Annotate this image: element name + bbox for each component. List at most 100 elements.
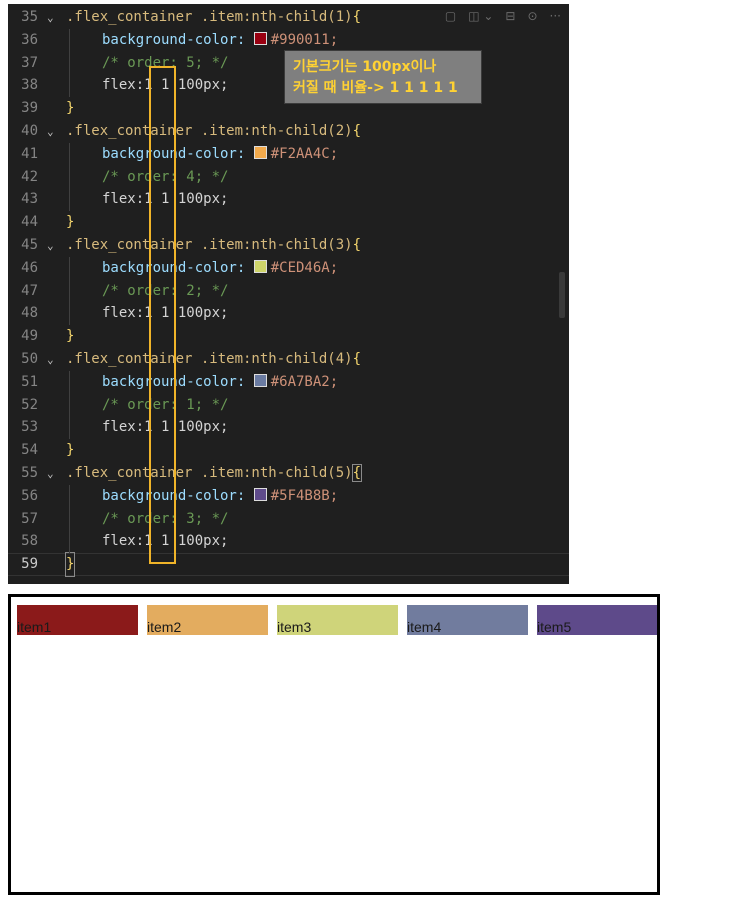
css-property: flex: [102, 533, 145, 550]
code-line[interactable]: 51 background-color: #6A7BA2; [8, 371, 569, 394]
flex-grow-highlight-box [149, 66, 176, 564]
code-line[interactable]: 41 background-color: #F2AA4C; [8, 143, 569, 166]
indent-guide [69, 370, 70, 440]
code-line[interactable]: 52/* order: 1; */ [8, 394, 569, 417]
line-number: 35 [21, 9, 38, 25]
line-number: 42 [21, 168, 38, 185]
line-number: 39 [21, 100, 38, 117]
css-property: flex: [102, 305, 145, 322]
close-brace: } [66, 100, 75, 117]
code-line[interactable]: 50 ⌄ .flex_container .item:nth-child(4){ [8, 348, 569, 371]
line-number: 49 [21, 328, 38, 345]
code-line[interactable]: 45 ⌄ .flex_container .item:nth-child(3){ [8, 234, 569, 257]
flex-item-4: item4 [407, 605, 528, 635]
code-line[interactable]: 54} [8, 439, 569, 462]
line-number: 48 [21, 305, 38, 322]
flex-container: item1 item2 item3 item4 item5 [17, 605, 657, 635]
scrollbar-thumb[interactable] [559, 272, 565, 318]
close-brace: } [64, 552, 76, 578]
indent-guide [69, 484, 70, 554]
open-brace: { [352, 123, 362, 139]
line-number: 52 [21, 396, 38, 413]
line-number: 43 [21, 191, 38, 208]
css-selector: .flex_container .item:nth-child(4) [66, 351, 353, 367]
css-color-value: #6A7BA2; [270, 373, 339, 390]
flex-item-5: item5 [537, 605, 657, 635]
code-line[interactable]: 47/* order: 2; */ [8, 280, 569, 303]
fold-chevron-icon[interactable]: ⌄ [47, 462, 54, 485]
fold-chevron-icon[interactable]: ⌄ [47, 120, 54, 143]
flex-item-2: item2 [147, 605, 268, 635]
css-property: background-color: [102, 373, 254, 390]
line-number: 54 [21, 442, 38, 459]
code-line[interactable]: 46 background-color: #CED46A; [8, 257, 569, 280]
css-color-value: #CED46A; [270, 259, 339, 276]
css-property: background-color: [102, 487, 254, 504]
fold-chevron-icon[interactable]: ⌄ [47, 6, 54, 29]
css-selector: .flex_container .item:nth-child(1) [66, 9, 353, 25]
line-number: 38 [21, 77, 38, 94]
code-line[interactable]: 44} [8, 211, 569, 234]
fold-chevron-icon[interactable]: ⌄ [47, 348, 54, 371]
line-number: 55 [21, 465, 38, 481]
code-line[interactable]: 58 flex:1 1 100px; [8, 530, 569, 553]
css-property: background-color: [102, 145, 254, 162]
css-color-value: #5F4B8B; [270, 487, 339, 504]
close-brace: } [66, 328, 75, 345]
flex-item-1: item1 [17, 605, 138, 635]
code-line[interactable]: 48 flex:1 1 100px; [8, 302, 569, 325]
close-brace: } [66, 214, 75, 231]
css-selector: .flex_container .item:nth-child(2) [66, 123, 353, 139]
annotation-callout: 기본크기는 100px이나 커질 때 비율-> 1 1 1 1 1 [284, 50, 482, 104]
css-property: background-color: [102, 259, 254, 276]
line-number: 56 [21, 487, 38, 504]
line-number: 50 [21, 351, 38, 367]
line-number: 45 [21, 237, 38, 253]
color-swatch-icon[interactable] [253, 373, 267, 387]
code-line[interactable]: 59} [8, 552, 569, 578]
code-line[interactable]: 43 flex:1 1 100px; [8, 188, 569, 211]
close-brace: } [66, 442, 75, 459]
line-number: 47 [21, 282, 38, 299]
line-number: 51 [21, 373, 38, 390]
open-brace: { [352, 237, 362, 253]
css-selector: .flex_container .item:nth-child(5) [66, 465, 353, 481]
open-brace: { [352, 9, 362, 25]
indent-guide [69, 28, 70, 98]
line-number: 58 [21, 533, 38, 550]
code-line[interactable]: 56 background-color: #5F4B8B; [8, 485, 569, 508]
line-number: 41 [21, 145, 38, 162]
color-swatch-icon[interactable] [253, 31, 267, 45]
indent-guide [69, 142, 70, 212]
line-number: 44 [21, 214, 38, 231]
flex-container-preview: item1 item2 item3 item4 item5 [8, 594, 660, 895]
fold-chevron-icon[interactable]: ⌄ [47, 234, 54, 257]
line-number: 46 [21, 259, 38, 276]
line-number: 40 [21, 123, 38, 139]
annotation-line-1: 기본크기는 100px이나 [293, 59, 437, 75]
css-property: flex: [102, 191, 145, 208]
css-property: flex: [102, 77, 145, 94]
line-number: 36 [21, 31, 38, 48]
indent-guide [69, 256, 70, 326]
color-swatch-icon[interactable] [253, 145, 267, 159]
color-swatch-icon[interactable] [253, 487, 267, 501]
code-line[interactable]: 57/* order: 3; */ [8, 508, 569, 531]
code-line[interactable]: 49} [8, 325, 569, 348]
line-number: 59 [21, 556, 38, 573]
code-line[interactable]: 55 ⌄ .flex_container .item:nth-child(5){ [8, 462, 569, 485]
css-color-value: #990011; [270, 31, 339, 48]
line-number: 57 [21, 510, 38, 527]
code-line[interactable]: 40 ⌄ .flex_container .item:nth-child(2){ [8, 120, 569, 143]
code-line[interactable]: 35 ⌄ .flex_container .item:nth-child(1){ [8, 6, 569, 29]
open-brace: { [352, 351, 362, 367]
open-brace: { [351, 464, 363, 482]
code-line[interactable]: 36 background-color: #990011; [8, 29, 569, 52]
css-color-value: #F2AA4C; [270, 145, 339, 162]
css-selector: .flex_container .item:nth-child(3) [66, 237, 353, 253]
code-line[interactable]: 53 flex:1 1 100px; [8, 416, 569, 439]
code-line[interactable]: 42/* order: 4; */ [8, 166, 569, 189]
color-swatch-icon[interactable] [253, 259, 267, 273]
annotation-line-2: 커질 때 비율-> 1 1 1 1 1 [293, 80, 458, 96]
css-property: flex: [102, 419, 145, 436]
